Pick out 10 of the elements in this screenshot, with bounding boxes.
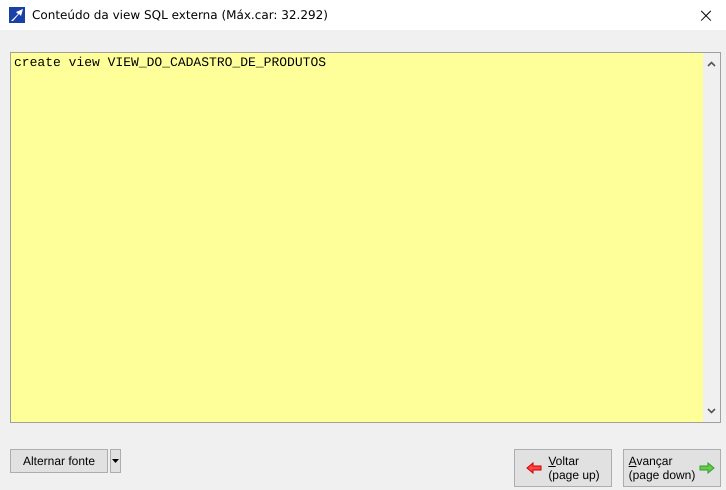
window-title: Conteúdo da view SQL externa (Máx.car: 32.292) — [32, 8, 329, 22]
app-icon — [9, 7, 25, 23]
right-arrow-icon — [699, 462, 716, 474]
caret-icon — [112, 459, 119, 463]
left-arrow-icon — [526, 462, 542, 474]
close-button[interactable]: × — [686, 3, 726, 27]
dropdown-button[interactable] — [110, 449, 121, 473]
next-button[interactable]: Avançar (page down) — [623, 449, 721, 487]
toggle-font-button[interactable]: Alternar fonte — [10, 449, 108, 473]
back-button[interactable]: Voltar (page up) — [514, 449, 612, 487]
